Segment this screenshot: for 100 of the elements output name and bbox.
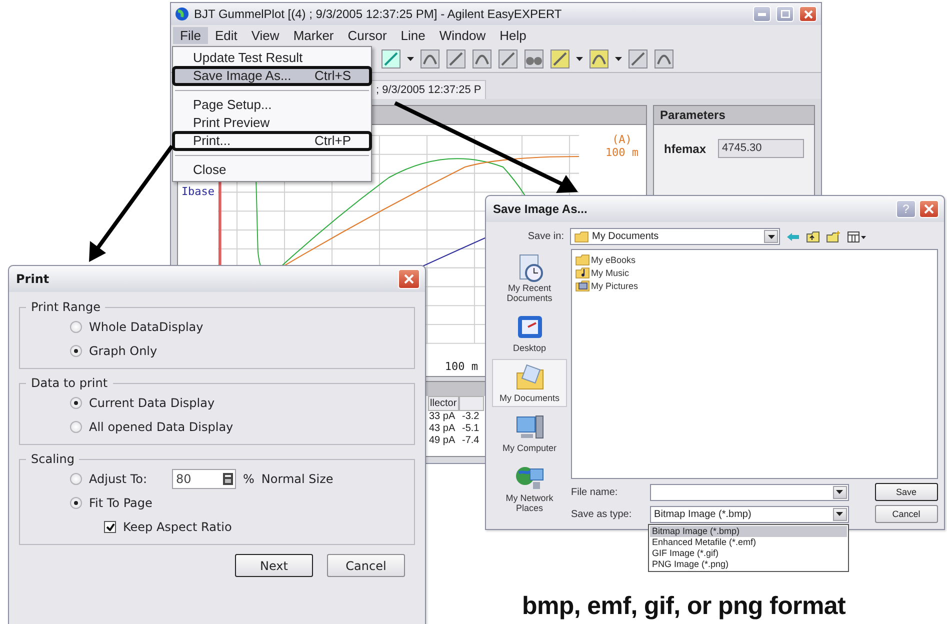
radio-button[interactable] — [70, 321, 82, 333]
window-title: BJT GummelPlot [(4) ; 9/3/2005 12:37:25 PM] - Agilent EasyEXPERT — [194, 7, 563, 21]
option-label[interactable]: Adjust To: — [89, 472, 148, 486]
size-label: Normal Size — [261, 472, 334, 486]
caret-icon — [836, 512, 844, 516]
parameter-field[interactable]: 4745.30 — [718, 139, 804, 158]
save-button[interactable]: Save — [874, 483, 938, 501]
menu-item[interactable]: Page Setup... — [173, 96, 371, 114]
places-item[interactable]: My Documents — [492, 359, 567, 407]
dialog-title: Save Image As... — [493, 202, 588, 216]
axis-value: 100 m — [444, 360, 478, 372]
checkbox[interactable] — [104, 521, 116, 533]
menu-item[interactable]: Marker — [286, 26, 341, 44]
option-label[interactable]: All opened Data Display — [89, 420, 234, 434]
view-menu-icon[interactable] — [847, 230, 867, 242]
list-option[interactable]: GIF Image (*.gif) — [650, 548, 847, 559]
close-icon — [404, 274, 414, 284]
menu-item[interactable]: Save Image As... Ctrl+S — [173, 67, 371, 85]
panel-title: Parameters — [654, 106, 814, 125]
caption: bmp, emf, gif, or png format — [522, 592, 846, 620]
curve-tool-icon[interactable] — [381, 48, 401, 68]
minimize-button[interactable] — [753, 6, 771, 22]
group-title: Scaling — [30, 452, 76, 466]
cancel-button[interactable]: Cancel — [327, 554, 405, 577]
places-item[interactable]: My Recent Documents — [492, 249, 567, 307]
places-item[interactable]: My Network Places — [492, 459, 567, 517]
folder-name[interactable]: My eBooks — [591, 254, 636, 264]
list-option[interactable]: Bitmap Image (*.bmp) — [650, 526, 847, 537]
close-button[interactable] — [398, 269, 420, 289]
menu-item[interactable]: Update Test Result — [173, 49, 371, 67]
menu-item[interactable]: Edit — [208, 26, 244, 44]
menu-item[interactable]: File — [173, 26, 208, 44]
maximize-icon — [780, 10, 790, 18]
field-label: Save as type: — [571, 508, 633, 520]
folder-dropdown[interactable]: My Documents — [570, 228, 780, 245]
calculator-icon[interactable] — [222, 472, 234, 486]
list-option[interactable]: PNG Image (*.png) — [650, 559, 847, 570]
menu-item[interactable]: Line — [394, 26, 432, 44]
unit-label: % — [243, 472, 254, 486]
menu-item[interactable]: Help — [492, 26, 534, 44]
caret-icon — [615, 56, 622, 60]
dialog-title: Print — [16, 272, 50, 286]
radio-button[interactable] — [70, 473, 82, 485]
folder-icon — [574, 230, 589, 243]
picture-folder-icon — [575, 279, 590, 292]
option-label[interactable]: Fit To Page — [89, 496, 152, 510]
radio-button[interactable] — [70, 497, 82, 509]
places-item[interactable]: Desktop — [492, 309, 567, 357]
cancel-button[interactable]: Cancel — [874, 505, 938, 523]
menu-item[interactable]: View — [244, 26, 286, 44]
close-icon — [924, 204, 934, 214]
menu-item[interactable]: Print... Ctrl+P — [173, 132, 371, 150]
column-header[interactable]: llector — [428, 396, 459, 411]
field-label: File name: — [571, 486, 619, 498]
folder-name[interactable]: My Music — [591, 268, 629, 278]
checkbox-label[interactable]: Keep Aspect Ratio — [123, 520, 232, 534]
option-label[interactable]: Current Data Display — [89, 396, 215, 410]
group-title: Print Range — [30, 300, 102, 314]
next-button[interactable]: Next — [235, 554, 313, 577]
radio-button[interactable] — [70, 397, 82, 409]
file-name-field[interactable] — [650, 484, 849, 500]
binoculars-icon[interactable] — [524, 48, 544, 68]
close-button[interactable] — [919, 200, 939, 218]
axis-unit: (A) — [612, 133, 632, 146]
table-cell-text: 49 pA — [428, 435, 456, 447]
minimize-icon — [758, 12, 766, 16]
up-folder-icon[interactable] — [806, 230, 820, 242]
table-cell-text: -5.1 — [461, 423, 480, 435]
option-label[interactable]: Graph Only — [89, 344, 158, 358]
caret-icon — [576, 56, 583, 60]
document-tab[interactable]: ; 9/3/2005 12:37:25 P — [371, 80, 486, 99]
music-folder-icon — [575, 266, 590, 279]
table-cell-text: 43 pA — [428, 423, 456, 435]
menu-item[interactable]: Cursor — [340, 26, 394, 44]
close-icon — [804, 10, 812, 18]
table-cell-text: -7.4 — [461, 435, 480, 447]
option-label[interactable]: Whole DataDisplay — [89, 320, 204, 334]
caret-icon — [768, 234, 774, 238]
caret-icon — [836, 490, 844, 494]
file-type-dropdown[interactable]: Bitmap Image (*.bmp) — [650, 506, 849, 522]
maximize-button[interactable] — [776, 6, 794, 22]
caret-icon — [407, 56, 414, 60]
axis-label: Ibase — [181, 185, 215, 198]
radio-button[interactable] — [70, 345, 82, 357]
folder-icon — [575, 253, 590, 266]
scale-field[interactable]: 80 — [172, 469, 236, 489]
menu-item[interactable]: Close — [173, 161, 371, 179]
menu-item[interactable]: Window — [432, 26, 493, 44]
table-cell-text: 33 pA — [428, 411, 456, 423]
places-item[interactable]: My Computer — [492, 409, 567, 457]
radio-button[interactable] — [70, 421, 82, 433]
axis-value: 100 m — [605, 146, 639, 159]
list-option[interactable]: Enhanced Metafile (*.emf) — [650, 537, 847, 548]
menu-item[interactable]: Print Preview — [173, 114, 371, 132]
app-logo-icon — [175, 7, 189, 21]
new-folder-icon[interactable] — [826, 230, 841, 242]
table-cell-text: -3.2 — [461, 411, 480, 423]
close-button[interactable] — [799, 6, 817, 22]
folder-name[interactable]: My Pictures — [591, 280, 638, 290]
group-title: Data to print — [30, 376, 109, 390]
